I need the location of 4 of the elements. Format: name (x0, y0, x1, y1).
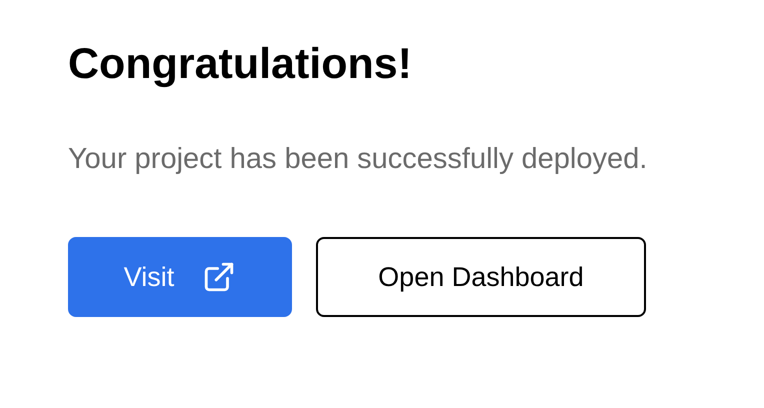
success-message: Your project has been successfully deployed. (68, 142, 648, 177)
dashboard-button[interactable]: Open Dashboard (316, 237, 646, 317)
visit-button[interactable]: Visit (68, 237, 292, 317)
page-heading: Congratulations! (68, 39, 413, 90)
